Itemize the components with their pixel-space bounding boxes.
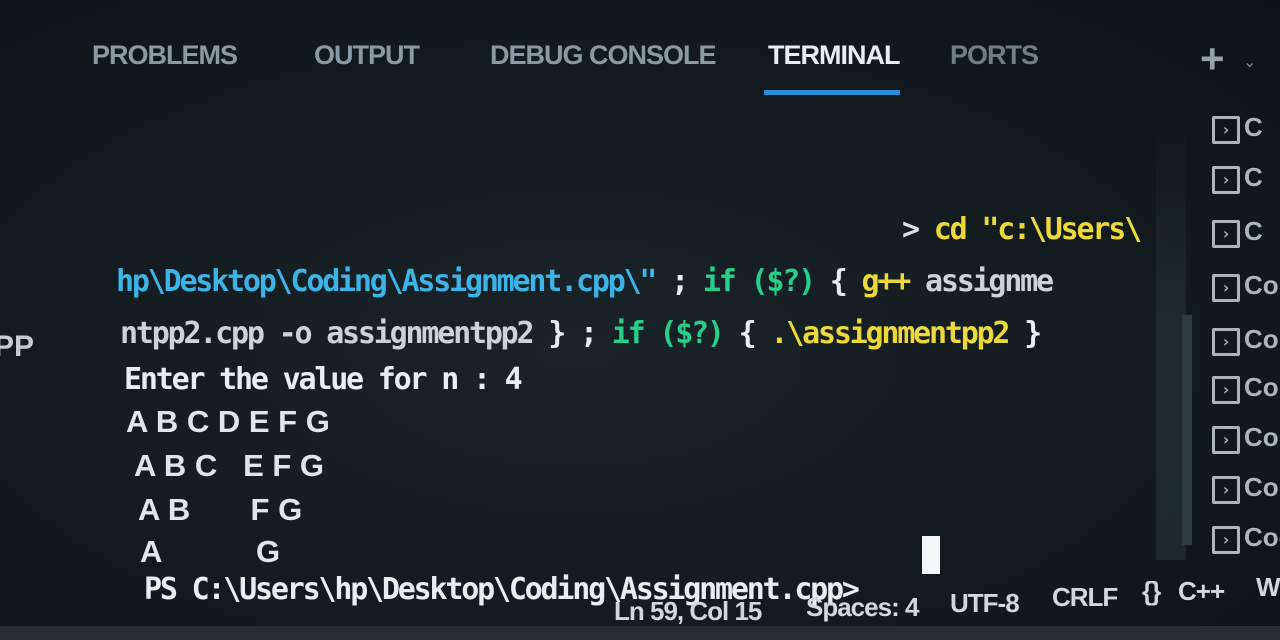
pattern-row-3: A B F G <box>138 492 303 527</box>
terminal-icon: › <box>1212 116 1240 144</box>
if-keyword: if <box>702 264 737 299</box>
pattern-row-4: A G <box>140 534 281 569</box>
cd-command: cd "c:\Users\ <box>933 212 1142 247</box>
open-brace: { <box>829 264 862 299</box>
eol-status[interactable]: CRLF <box>1052 582 1118 613</box>
terminal-instance-label: Co <box>1244 324 1279 354</box>
tab-terminal[interactable]: TERMINAL <box>768 40 900 71</box>
tab-debug-console[interactable]: DEBUG CONSOLE <box>490 40 717 71</box>
cropped-text-fragment: PP <box>0 330 35 363</box>
braces-icon: {} <box>1142 576 1161 606</box>
terminal-instance[interactable]: › C <box>1200 110 1280 150</box>
cursor-position-status[interactable]: Ln 59, Col 15 <box>614 596 762 627</box>
compiler-args: ntpp2.cpp -o assignmentpp2 <box>120 316 535 351</box>
indentation-status[interactable]: Spaces: 4 <box>806 592 919 623</box>
compiler-arg: assignme <box>909 264 1054 299</box>
program-prompt-output: Enter the value for n : 4 <box>124 362 523 397</box>
close-brace: } <box>1008 316 1042 351</box>
terminal-instance-label: Coc <box>1244 522 1280 552</box>
encoding-status[interactable]: UTF-8 <box>950 588 1020 619</box>
terminal-instance-list: ›C ›C ›C ›Co ›Co ›Co ›Co ›Co ›Coc <box>1200 0 1280 640</box>
panel-tabbar: PROBLEMS OUTPUT DEBUG CONSOLE TERMINAL P… <box>0 0 1280 110</box>
terminal-scrollbar-thumb[interactable] <box>1182 315 1192 545</box>
terminal-instance[interactable]: › C <box>1200 214 1280 254</box>
path-string: hp\Desktop\Coding\Assignment.cpp\" <box>116 264 657 299</box>
pattern-row-1: A B C D E F G <box>126 404 330 439</box>
terminal-instance-label: Co <box>1244 270 1279 300</box>
compiler-command: g++ <box>861 264 912 299</box>
separator: ; <box>655 264 703 299</box>
terminal-icon: › <box>1212 376 1240 404</box>
terminal-instance-label: C <box>1244 112 1263 142</box>
status-overflow-item[interactable]: W <box>1256 572 1280 603</box>
terminal-icon: › <box>1212 274 1240 302</box>
terminal-line-1: > cd "c:\Users\ <box>902 212 1142 248</box>
terminal-instance[interactable]: › C <box>1200 160 1280 200</box>
terminal-icon: › <box>1212 328 1240 356</box>
if-keyword: if <box>611 316 646 351</box>
terminal-instance[interactable]: › Co <box>1200 420 1280 460</box>
terminal-line-2: hp\Desktop\Coding\Assignment.cpp\" ; if … <box>116 264 1054 300</box>
terminal-icon: › <box>1212 220 1240 248</box>
terminal-instance[interactable]: › Co <box>1200 268 1280 308</box>
terminal-instance-label: Co <box>1244 372 1279 402</box>
condition: ($?) <box>734 264 830 299</box>
terminal-icon: › <box>1212 166 1240 194</box>
bottom-edge <box>0 626 1280 640</box>
terminal-instance[interactable]: › Co <box>1200 470 1280 510</box>
terminal-instance[interactable]: › Co <box>1200 370 1280 410</box>
terminal-icon: › <box>1212 476 1240 504</box>
executable-command: .\assignmentpp2 <box>770 316 1010 351</box>
terminal-instance-label: C <box>1244 162 1263 192</box>
tab-ports[interactable]: PORTS <box>950 40 1039 71</box>
close-brace: } <box>532 316 580 351</box>
terminal-instance[interactable]: ›Coc <box>1200 520 1280 560</box>
language-mode-status[interactable]: C++ <box>1178 576 1225 607</box>
pattern-row-2: A B C E F G <box>134 448 325 483</box>
separator: ; <box>580 316 612 351</box>
open-brace: { <box>738 316 771 351</box>
terminal-instance-label: Co <box>1244 422 1279 452</box>
tab-problems[interactable]: PROBLEMS <box>92 40 238 71</box>
terminal-instance-label: Co <box>1244 472 1279 502</box>
terminal-line-3: ntpp2.cpp -o assignmentpp2 } ; if ($?) {… <box>120 316 1042 352</box>
terminal-instance[interactable]: › Co <box>1200 322 1280 362</box>
terminal-icon: › <box>1212 526 1240 554</box>
terminal-icon: › <box>1212 426 1240 454</box>
condition: ($?) <box>643 316 739 351</box>
tab-output[interactable]: OUTPUT <box>314 40 420 71</box>
terminal-cursor <box>922 536 940 574</box>
active-tab-indicator <box>764 90 900 95</box>
prompt-arrow: > <box>902 212 920 247</box>
terminal-instance-label: C <box>1244 216 1263 246</box>
